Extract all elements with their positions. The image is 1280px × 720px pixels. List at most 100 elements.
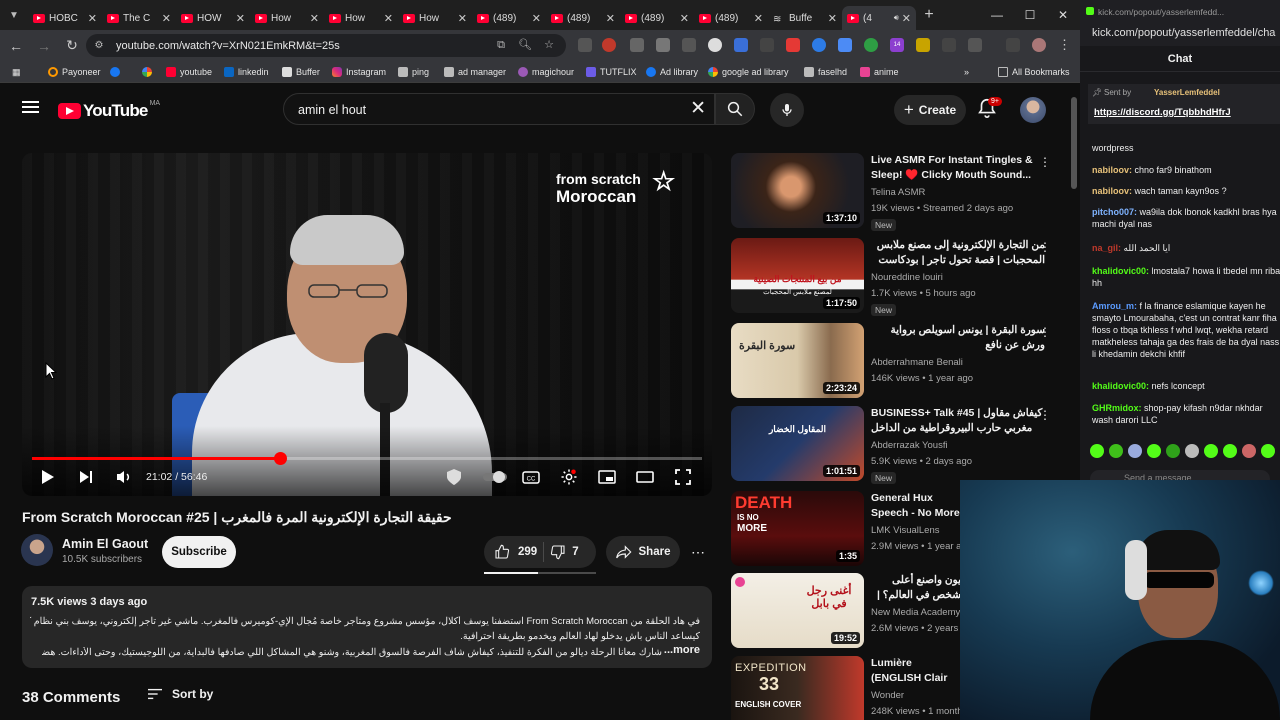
chat-message[interactable]: khalidovic00: nefs lconcept [1092,380,1280,392]
recommended-video[interactable]: من بيع المنتجات الصينية لمصنع ملابس المح… [731,238,1066,316]
extension-icon[interactable] [760,38,774,52]
description-box[interactable]: 7.5K views 3 days ago في هاد الحلقة من F… [22,586,712,668]
volume-button[interactable] [113,467,135,487]
subscribe-button[interactable]: Subscribe [162,536,236,568]
recommended-title[interactable]: Lumière (ENGLISH Clair Obscur: Expe [871,656,961,687]
close-tab-icon[interactable]: ✕ [902,12,911,25]
voice-search-button[interactable] [770,93,804,127]
fullscreen-button[interactable] [672,467,694,487]
extension-icon[interactable] [786,38,800,52]
browser-tab[interactable]: ≋ Buffe ✕ [768,6,842,30]
forward-icon[interactable]: → [32,34,56,58]
video-thumbnail[interactable]: المقاول الخضار 1:01:51 [731,406,864,481]
video-thumbnail[interactable]: من بيع المنتجات الصينية لمصنع ملابس المح… [731,238,864,313]
extension-icon[interactable] [812,38,826,52]
pinned-link[interactable]: https://discord.gg/TqbbhdHfrJ [1094,107,1231,118]
progress-bar[interactable] [32,452,702,465]
emote-icon[interactable] [1090,444,1104,458]
reload-icon[interactable]: ↻ [60,34,84,58]
browser-tab[interactable]: (489) ✕ [620,6,694,30]
next-button[interactable] [76,467,96,487]
chat-username[interactable]: khalidovic00: [1092,266,1149,276]
browser-tab[interactable]: How ✕ [398,6,472,30]
theater-mode-button[interactable] [634,467,656,487]
address-url[interactable]: youtube.com/watch?v=XrN021EmkRM&t=25s [116,40,340,52]
share-button[interactable]: Share [606,536,680,568]
emote-icon[interactable] [1166,444,1180,458]
bookmark-linkedin[interactable]: linkedin [224,61,269,83]
chat-message[interactable]: wordpress [1092,142,1280,154]
captions-button[interactable]: CC [520,467,542,487]
browser-tab[interactable]: How ✕ [250,6,324,30]
close-tab-icon[interactable]: ✕ [828,12,837,25]
extension-icon[interactable] [578,38,592,52]
emote-icon[interactable] [1261,444,1275,458]
bookmark-anime[interactable]: anime [860,61,899,83]
bookmark-payoneer[interactable]: Payoneer [48,61,101,83]
recommended-title[interactable]: يون واصنع أعلى شخص في العالم؟ | بركاتين [871,573,961,604]
browser-tab[interactable]: (489) ✕ [546,6,620,30]
recommended-channel[interactable]: LMK VisualLens [871,525,939,536]
miniplayer-button[interactable] [596,467,618,487]
more-actions-button[interactable]: ⋯ [686,536,710,568]
zoom-icon[interactable]: 🔍︎ [518,38,532,52]
browser-menu-icon[interactable]: ⋮ [1058,37,1071,53]
autoplay-toggle[interactable] [482,467,508,487]
address-bar[interactable]: ⚙ youtube.com/watch?v=XrN021EmkRM&t=25s … [86,34,566,57]
search-box[interactable]: ✕ [283,93,715,125]
video-thumbnail[interactable]: أغنى رجل في بابل 19:52 [731,573,864,648]
more-options-icon[interactable]: ⋮ [1039,408,1051,422]
close-tab-icon[interactable]: ✕ [606,12,615,25]
search-button[interactable] [715,93,755,125]
bookmark-ad-manager[interactable]: ad manager [444,61,506,83]
recommended-video[interactable]: المقاول الخضار 1:01:51 BUSINESS+ Talk #4… [731,406,1066,484]
video-thumbnail[interactable]: 1:37:10 [731,153,864,228]
extension-icon[interactable] [630,38,644,52]
search-input[interactable] [296,102,676,118]
emote-icon[interactable] [1128,444,1142,458]
tab-search-icon[interactable]: ▼ [0,0,28,30]
like-button[interactable]: 299 [494,544,537,560]
show-more-link[interactable]: ...more [664,644,700,656]
progress-scrubber[interactable] [273,452,287,465]
bookmark-facebook[interactable] [110,61,124,83]
browser-tab[interactable]: HOBC ✕ [28,6,102,30]
browser-tab[interactable]: (4 🔊︎ ✕ [842,6,916,30]
bookmark-google[interactable] [142,61,156,83]
new-tab-button[interactable]: + [916,6,942,24]
audio-playing-icon[interactable]: 🔊︎ [894,13,899,23]
close-tab-icon[interactable]: ✕ [532,12,541,25]
close-tab-icon[interactable]: ✕ [680,12,689,25]
extension-icon[interactable] [602,38,616,52]
bookmark-instagram[interactable]: Instagram [332,61,386,83]
emote-icon[interactable] [1147,444,1161,458]
chat-message[interactable]: Amrou_m: f la finance eslamique kayen he… [1092,300,1280,360]
close-tab-icon[interactable]: ✕ [310,12,319,25]
chat-message[interactable]: nabiloov: chno far9 binathom [1092,164,1280,176]
emote-icon[interactable] [1185,444,1199,458]
chat-username[interactable]: Amrou_m: [1092,301,1137,311]
maximize-icon[interactable]: ☐ [1013,0,1047,30]
bookmark-magichour[interactable]: magichour [518,61,574,83]
chat-username[interactable]: pitcho007: [1092,207,1137,217]
chat-username[interactable]: nabiloov: [1092,186,1132,196]
bookmark-star-icon[interactable]: ☆ [542,38,556,52]
chat-username[interactable]: khalidovic00: [1092,381,1149,391]
extension-icon[interactable] [942,38,956,52]
close-tab-icon[interactable]: ✕ [236,12,245,25]
emote-icon[interactable] [1223,444,1237,458]
browser-tab[interactable]: How ✕ [324,6,398,30]
scrollbar-thumb[interactable] [1071,97,1077,189]
play-button[interactable] [38,467,58,487]
menu-icon[interactable] [22,101,39,113]
pinned-message[interactable]: 📌︎ Sent by YasserLemfeddel https://disco… [1088,84,1280,124]
minimize-icon[interactable]: — [980,0,1014,30]
recommended-channel[interactable]: Wonder [871,690,904,701]
video-thumbnail[interactable]: سورة البقرة 2:23:24 [731,323,864,398]
emote-icon[interactable] [1242,444,1256,458]
chat-message[interactable]: GHRmidox: shop-pay kifash n9dar nkhdar w… [1092,402,1280,426]
extension-icon[interactable] [656,38,670,52]
emote-icon[interactable] [1109,444,1123,458]
profile-icon[interactable] [1032,38,1046,52]
more-options-icon[interactable]: ⋮ [1039,155,1051,169]
